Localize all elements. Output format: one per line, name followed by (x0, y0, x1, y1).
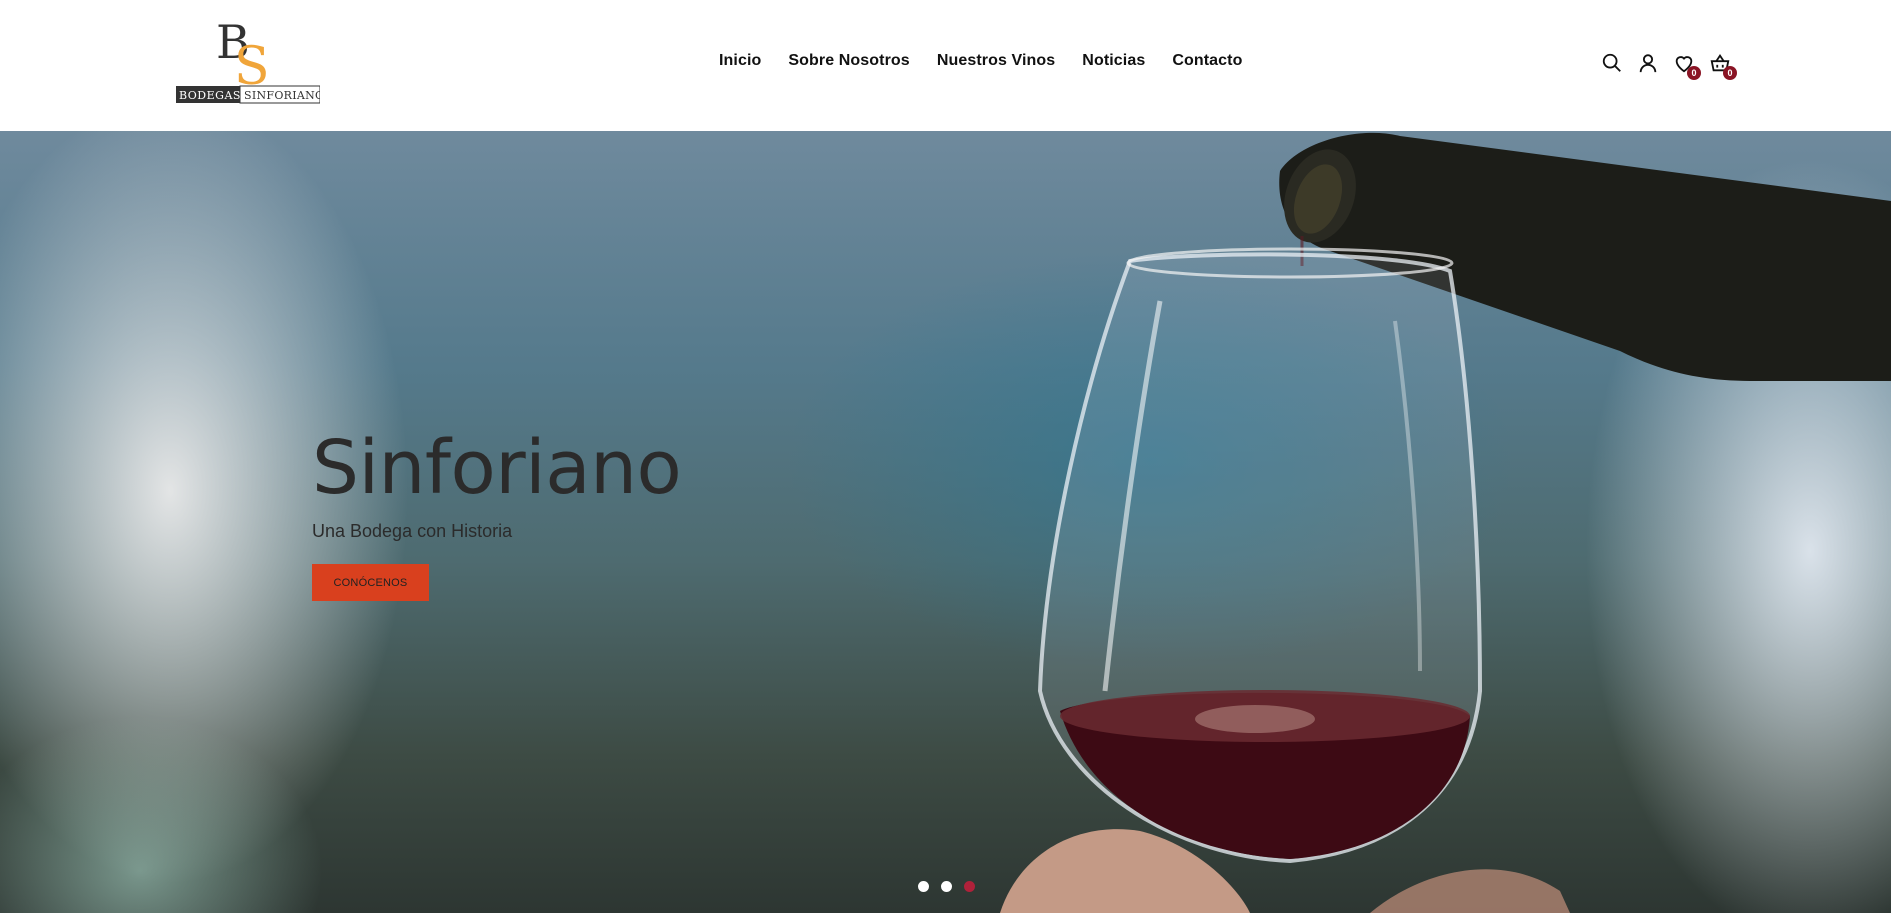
wishlist-count-badge: 0 (1687, 66, 1701, 80)
search-button[interactable] (1601, 52, 1623, 74)
nav-link-nuestros-vinos[interactable]: Nuestros Vinos (937, 52, 1055, 70)
hero-subtitle: Una Bodega con Historia (312, 521, 513, 541)
slider-dot-1[interactable] (918, 881, 929, 892)
nav-link-inicio[interactable]: Inicio (719, 52, 761, 70)
wishlist-button[interactable]: 0 (1673, 52, 1701, 80)
site-header: B S BODEGAS SINFORIANO Inicio Sobre Noso… (0, 0, 1891, 131)
slider-dot-3[interactable] (964, 881, 975, 892)
user-icon (1639, 54, 1657, 73)
cart-button[interactable]: 0 (1709, 52, 1737, 80)
search-icon (1602, 53, 1621, 72)
slider-dot-2[interactable] (941, 881, 952, 892)
slider-pagination (918, 881, 975, 892)
header-actions: 0 0 (1601, 52, 1737, 80)
conocenos-button[interactable]: CONÓCENOS (312, 564, 429, 601)
hero-content: Sinforiano Una Bodega con Historia CONÓC… (312, 425, 682, 601)
nav-link-sobre-nosotros[interactable]: Sobre Nosotros (788, 52, 909, 70)
nav-link-noticias[interactable]: Noticias (1082, 52, 1145, 70)
main-navigation: Inicio Sobre Nosotros Nuestros Vinos Not… (719, 52, 1242, 70)
hero-slider: Sinforiano Una Bodega con Historia CONÓC… (0, 131, 1891, 913)
svg-text:SINFORIANO: SINFORIANO (244, 89, 320, 102)
hero-title: Sinforiano (312, 425, 682, 511)
hero-background-image (1000, 132, 1891, 913)
nav-link-contacto[interactable]: Contacto (1172, 52, 1242, 70)
svg-text:BODEGAS: BODEGAS (179, 89, 241, 102)
brand-logo[interactable]: B S BODEGAS SINFORIANO (176, 15, 324, 106)
account-button[interactable] (1637, 52, 1659, 74)
cart-count-badge: 0 (1723, 66, 1737, 80)
